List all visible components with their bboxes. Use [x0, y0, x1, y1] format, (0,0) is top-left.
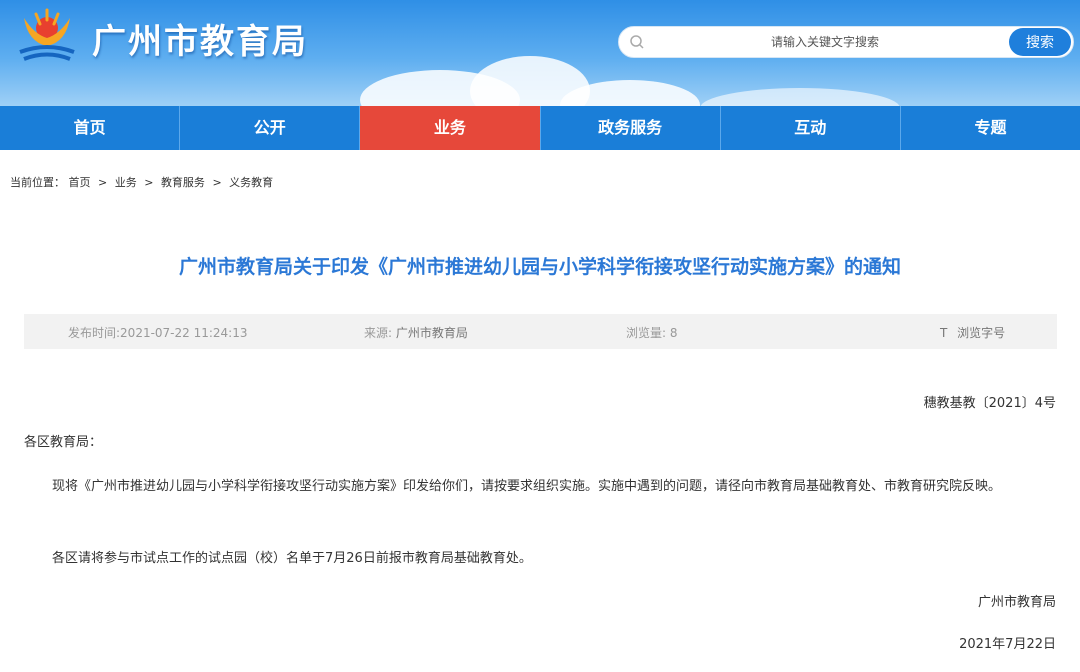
issue-date: 2021年7月22日 [959, 637, 1056, 652]
nav-item-public[interactable]: 公开 [180, 106, 361, 150]
nav-item-interaction[interactable]: 互动 [721, 106, 901, 150]
breadcrumb-prefix: 当前位置： [10, 176, 65, 189]
article-meta-bar: 发布时间:2021-07-22 11:24:13 来源: 广州市教育局 浏览量:… [24, 314, 1057, 349]
breadcrumb-item-edu-services[interactable]: 教育服务 [161, 174, 205, 190]
body-paragraph: 现将《广州市推进幼儿园与小学科学衔接攻坚行动实施方案》印发给你们，请按要求组织实… [52, 479, 1002, 494]
main-nav: 首页 公开 业务 政务服务 互动 专题 [0, 106, 1080, 150]
views-label: 浏览量: [626, 326, 667, 340]
breadcrumb-separator: > [212, 176, 222, 189]
breadcrumb-item-business[interactable]: 业务 [115, 174, 137, 190]
source-label: 来源: [364, 326, 393, 340]
publish-time: 发布时间:2021-07-22 11:24:13 [68, 326, 248, 340]
font-size-button[interactable]: T 浏览字号 [940, 324, 1005, 341]
breadcrumb: 当前位置： 首页 > 业务 > 教育服务 > 义务教育 [10, 174, 273, 190]
breadcrumb-item-home[interactable]: 首页 [69, 174, 91, 190]
breadcrumb-item-compulsory-edu[interactable]: 义务教育 [229, 174, 273, 190]
bureau-logo-icon[interactable] [14, 8, 80, 66]
views-value: 8 [669, 326, 678, 340]
signature: 广州市教育局 [977, 595, 1056, 610]
source-info: 来源: 广州市教育局 [364, 324, 468, 341]
body-paragraph: 各区请将参与市试点工作的试点园（校）名单于7月26日前报市教育局基础教育处。 [52, 551, 532, 566]
breadcrumb-separator: > [98, 176, 108, 189]
search-icon [630, 35, 644, 49]
site-name[interactable]: 广州市教育局 [92, 14, 308, 63]
search-box: 搜索 [618, 26, 1074, 58]
article-title: 广州市教育局关于印发《广州市推进幼儿园与小学科学衔接攻坚行动实施方案》的通知 [178, 256, 901, 278]
nav-item-topics[interactable]: 专题 [901, 106, 1080, 150]
cloud-decoration [700, 88, 900, 106]
nav-item-home[interactable]: 首页 [0, 106, 181, 150]
breadcrumb-separator: > [144, 176, 154, 189]
font-size-label: 浏览字号 [957, 326, 1006, 340]
font-size-icon: T [940, 326, 948, 340]
salutation: 各区教育局： [24, 435, 103, 450]
nav-item-business[interactable]: 业务 [360, 106, 541, 150]
site-header: 广州市教育局 搜索 [0, 0, 1080, 106]
view-count: 浏览量: 8 [626, 324, 678, 341]
source-value: 广州市教育局 [395, 326, 468, 340]
document-number: 穗教基教〔2021〕4号 [923, 396, 1056, 411]
search-button[interactable]: 搜索 [1009, 28, 1071, 56]
nav-item-gov-services[interactable]: 政务服务 [541, 106, 721, 150]
search-input[interactable] [655, 31, 995, 53]
